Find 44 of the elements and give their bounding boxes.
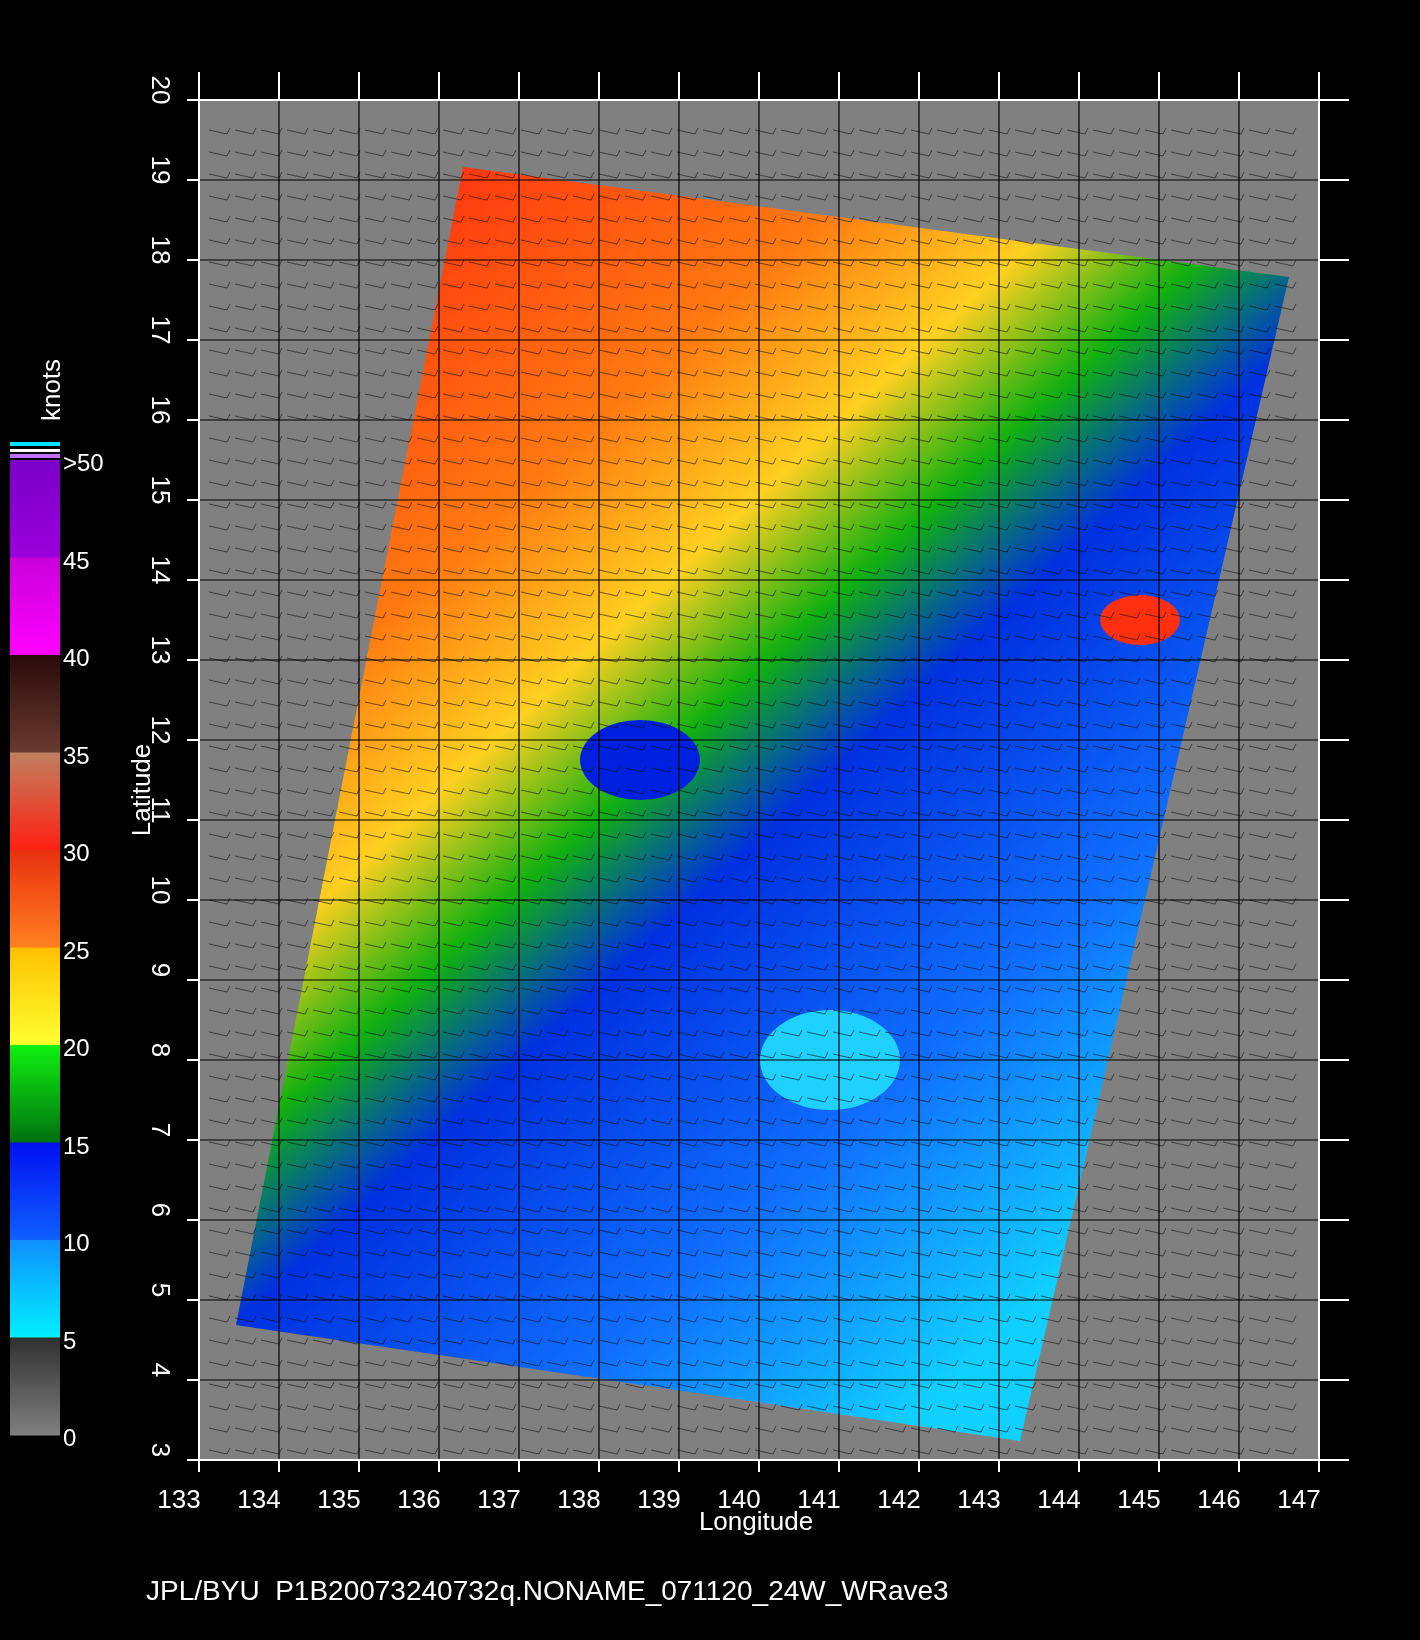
- longitude-tick-label: 135: [317, 1484, 361, 1514]
- latitude-tick-label: 13: [146, 635, 176, 665]
- longitude-tick-label: 133: [157, 1484, 201, 1514]
- colorbar-label: 30: [63, 839, 90, 866]
- longitude-tick-label: 147: [1277, 1484, 1321, 1514]
- latitude-tick-label: 18: [146, 235, 176, 265]
- colorbar-label: 10: [63, 1229, 90, 1256]
- longitude-tick-label: 144: [1037, 1484, 1081, 1514]
- longitude-tick-label: 137: [477, 1484, 521, 1514]
- colorbar-label: 15: [63, 1131, 90, 1159]
- longitude-tick-label: 138: [557, 1484, 601, 1514]
- latitude-tick-label: 15: [146, 475, 176, 505]
- longitude-tick-label: 141: [797, 1484, 841, 1514]
- latitude-tick-label: 5: [146, 1282, 176, 1298]
- colorbar-label: 25: [63, 936, 90, 964]
- longitude-tick-label: 143: [957, 1484, 1001, 1514]
- colorbar-label: 0: [63, 1424, 77, 1451]
- longitude-tick-label: 145: [1117, 1484, 1161, 1514]
- latitude-tick-label: 20: [146, 75, 176, 105]
- latitude-tick-label: 3: [146, 1442, 176, 1458]
- latitude-tick-label: 6: [146, 1202, 176, 1218]
- longitude-tick-label: 139: [637, 1484, 681, 1514]
- latitude-tick-label: 9: [146, 962, 176, 978]
- latitude-tick-label: 14: [146, 555, 176, 585]
- colorbar-unit-label: knots: [36, 358, 66, 422]
- colorbar-label: >50: [63, 449, 104, 476]
- colorbar-label: 45: [63, 546, 90, 574]
- longitude-tick-label: 134: [237, 1484, 281, 1514]
- latitude-tick-label: 10: [146, 875, 176, 905]
- latitude-tick-label: 16: [146, 395, 176, 425]
- latitude-tick-label: 8: [146, 1042, 176, 1058]
- colorbar-label: 5: [63, 1326, 77, 1354]
- latitude-tick-label: 19: [146, 155, 176, 185]
- longitude-tick-label: 136: [397, 1484, 441, 1514]
- caption: JPL/BYU P1B20073240732q.NONAME_071120_24W_WRave3: [146, 1574, 949, 1608]
- latitude-tick-label: 7: [146, 1122, 176, 1138]
- longitude-tick-label: 142: [877, 1484, 921, 1514]
- latitude-tick-label: 12: [146, 715, 176, 745]
- latitude-tick-label: 17: [146, 315, 176, 345]
- longitude-tick-label: 146: [1197, 1484, 1241, 1514]
- latitude-tick-label: 4: [146, 1362, 176, 1378]
- colorbar-label: 40: [63, 644, 90, 671]
- colorbar-label: 35: [63, 741, 90, 769]
- colorbar-label: 20: [63, 1034, 90, 1061]
